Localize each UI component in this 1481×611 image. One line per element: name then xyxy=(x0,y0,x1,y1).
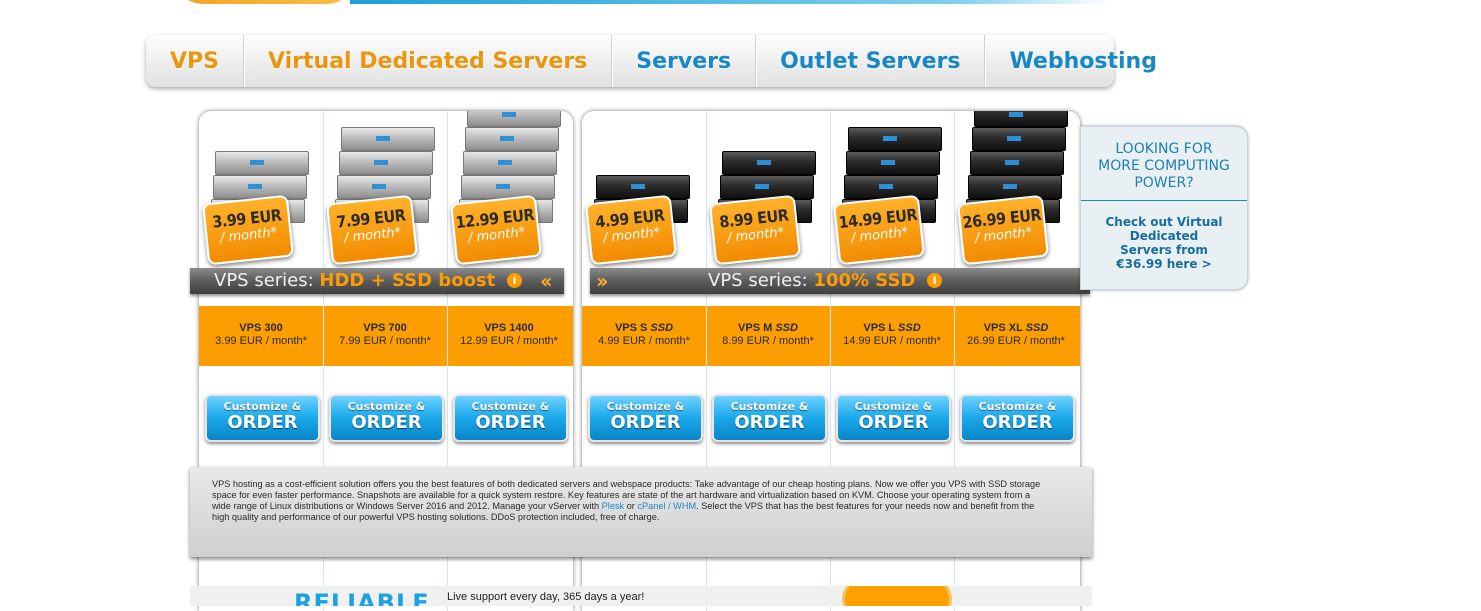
plan-price: 7.99 EUR / month* xyxy=(339,335,431,347)
plan-price: 14.99 EUR / month* xyxy=(843,335,941,347)
series-ribbon-hdd: VPS series: HDD + SSD boost i ‹‹ xyxy=(190,268,564,294)
feature-strip: RELIABLE Live support every day, 365 day… xyxy=(190,586,1092,606)
nav-item-vps[interactable]: VPS xyxy=(146,35,244,87)
customize-order-button[interactable]: Customize & ORDER xyxy=(205,394,320,442)
nav-item-outlet-servers[interactable]: Outlet Servers xyxy=(756,35,986,87)
nav-item-virtual-dedicated-servers[interactable]: Virtual Dedicated Servers xyxy=(244,35,613,87)
button-label: ORDER xyxy=(351,412,422,433)
more-power-heading: LOOKING FOR MORE COMPUTING POWER? xyxy=(1098,141,1230,191)
series-highlight: HDD + SSD boost xyxy=(319,270,496,291)
plesk-link[interactable]: Plesk xyxy=(602,501,624,511)
virtual-dedicated-link[interactable]: Check out Virtual Dedicated Servers from… xyxy=(1081,215,1247,271)
support-text: Live support every day, 365 days a year! xyxy=(447,591,645,603)
header-accent-line xyxy=(350,0,1110,4)
price-badge: 26.99 EUR / month* xyxy=(956,194,1050,266)
nav-item-servers[interactable]: Servers xyxy=(612,35,757,87)
button-label: ORDER xyxy=(475,412,546,433)
main-nav: VPS Virtual Dedicated Servers Servers Ou… xyxy=(146,35,1157,87)
plan-info: VPS 1400 12.99 EUR / month* xyxy=(447,322,571,348)
button-label: ORDER xyxy=(982,412,1053,433)
customize-order-button[interactable]: Customize & ORDER xyxy=(329,394,444,442)
customize-order-button[interactable]: Customize & ORDER xyxy=(453,394,568,442)
description-part: or xyxy=(624,501,638,511)
plan-info: VPS L SSD 14.99 EUR / month* xyxy=(830,322,954,348)
button-label: ORDER xyxy=(227,412,298,433)
price-badge: 8.99 EUR / month* xyxy=(708,194,802,266)
price-badge: 14.99 EUR / month* xyxy=(832,194,926,266)
plan-name: VPS 300 xyxy=(239,322,283,334)
cpanel-link[interactable]: cPanel / WHM xyxy=(637,501,696,511)
plan-info: VPS M SSD 8.99 EUR / month* xyxy=(706,322,830,348)
plan-name: VPS L SSD xyxy=(863,322,921,334)
logo-strip xyxy=(160,0,1110,6)
reliable-heading: RELIABLE xyxy=(294,589,430,606)
price-badge: 7.99 EUR / month* xyxy=(325,194,419,266)
nav-item-webhosting[interactable]: Webhosting xyxy=(985,35,1181,87)
more-power-box: LOOKING FOR MORE COMPUTING POWER? Check … xyxy=(1080,126,1248,290)
series-label: VPS series: xyxy=(708,270,808,291)
plan-name: VPS 1400 xyxy=(484,322,534,334)
logo[interactable] xyxy=(170,0,360,4)
plan-name: VPS M SSD xyxy=(738,322,798,334)
plan-price: 4.99 EUR / month* xyxy=(598,335,690,347)
plan-price: 26.99 EUR / month* xyxy=(967,335,1065,347)
series-label: VPS series: xyxy=(214,270,314,291)
info-icon[interactable]: i xyxy=(506,273,522,288)
plan-price: 3.99 EUR / month* xyxy=(215,335,307,347)
plan-name: VPS XL SSD xyxy=(983,322,1049,334)
plan-info: VPS XL SSD 26.99 EUR / month* xyxy=(954,322,1078,348)
plan-info: VPS 700 7.99 EUR / month* xyxy=(323,322,447,348)
customize-order-button[interactable]: Customize & ORDER xyxy=(588,394,703,442)
price-badge: 3.99 EUR / month* xyxy=(201,194,295,266)
button-label: ORDER xyxy=(734,412,805,433)
button-label: ORDER xyxy=(610,412,681,433)
plan-price: 8.99 EUR / month* xyxy=(722,335,814,347)
plan-name: VPS 700 xyxy=(363,322,407,334)
description-text: VPS hosting as a cost-efficient solution… xyxy=(212,479,1042,523)
series-highlight: 100% SSD xyxy=(813,270,916,291)
description-box: VPS hosting as a cost-efficient solution… xyxy=(190,467,1092,557)
price-badge: 12.99 EUR / month* xyxy=(449,194,543,266)
plan-info: VPS 300 3.99 EUR / month* xyxy=(199,322,323,348)
info-icon[interactable]: i xyxy=(927,273,943,288)
customize-order-button[interactable]: Customize & ORDER xyxy=(712,394,827,442)
customize-order-button[interactable]: Customize & ORDER xyxy=(836,394,951,442)
award-medal-icon xyxy=(842,586,952,606)
plan-price: 12.99 EUR / month* xyxy=(460,335,558,347)
chevron-right-icon: ›› xyxy=(596,269,609,293)
button-label: ORDER xyxy=(858,412,929,433)
plan-name: VPS S SSD xyxy=(614,322,674,334)
series-ribbon-ssd: ›› VPS series: 100% SSD i xyxy=(590,268,1090,294)
customize-order-button[interactable]: Customize & ORDER xyxy=(960,394,1075,442)
divider xyxy=(1081,200,1247,201)
price-badge: 4.99 EUR / month* xyxy=(584,194,678,266)
chevron-left-icon: ‹‹ xyxy=(540,269,553,293)
plan-info: VPS S SSD 4.99 EUR / month* xyxy=(582,322,706,348)
